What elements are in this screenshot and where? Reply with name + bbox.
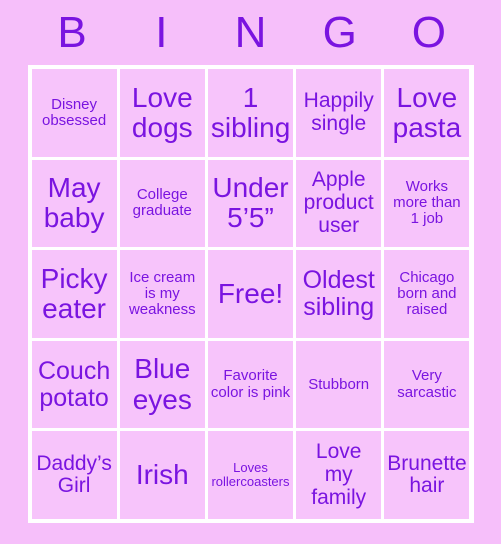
bingo-cell-label: Disney obsessed xyxy=(41,95,107,129)
bingo-cell-label: Happily single xyxy=(303,89,374,135)
bingo-cell[interactable]: Chicago born and raised xyxy=(384,250,470,338)
bingo-cell[interactable]: Disney obsessed xyxy=(31,69,117,157)
bingo-cell-label: Blue eyes xyxy=(132,353,192,415)
bingo-cell-label: Free! xyxy=(217,277,284,309)
bingo-cell-free[interactable]: Free! xyxy=(207,250,294,338)
header-letter-n: N xyxy=(234,7,267,57)
header-letter-o: O xyxy=(411,7,447,57)
bingo-cell-label: Brunette hair xyxy=(387,451,467,498)
header-letter-b: B xyxy=(57,7,87,57)
header-letter-g: G xyxy=(322,7,357,57)
bingo-cell[interactable]: Blue eyes xyxy=(119,340,205,429)
bingo-cell-label: Love pasta xyxy=(392,81,462,143)
bingo-cell[interactable]: Love dogs xyxy=(119,69,205,157)
bingo-cell-label: May baby xyxy=(43,172,105,234)
bingo-cell-label: Very sarcastic xyxy=(397,367,457,401)
bingo-cell[interactable]: Loves rollercoasters xyxy=(207,431,294,519)
bingo-cell[interactable]: Picky eater xyxy=(31,250,117,338)
bingo-cell[interactable]: Ice cream is my weakness xyxy=(119,250,205,338)
bingo-cell[interactable]: Love pasta xyxy=(384,69,470,157)
bingo-cell-label: 1 sibling xyxy=(210,81,291,143)
bingo-cell[interactable]: Irish xyxy=(119,431,205,519)
bingo-cell[interactable]: May baby xyxy=(31,159,117,248)
bingo-cell[interactable]: Couch potato xyxy=(31,340,117,429)
header-letter-i: I xyxy=(155,7,168,57)
bingo-cell[interactable]: Apple product user xyxy=(296,159,382,248)
bingo-cell-label: Daddy’s Girl xyxy=(36,451,112,498)
bingo-cell-label: Loves rollercoasters xyxy=(211,460,290,490)
bingo-header: B I N G O xyxy=(28,0,474,65)
bingo-grid: Disney obsessed Love dogs 1 sibling Happ… xyxy=(27,65,474,523)
bingo-cell-label: Love my family xyxy=(311,440,367,509)
bingo-cell-label: Irish xyxy=(135,459,189,491)
bingo-cell[interactable]: College graduate xyxy=(119,159,205,248)
bingo-cell-label: Favorite color is pink xyxy=(210,367,291,401)
bingo-cell-label: College graduate xyxy=(132,186,192,220)
bingo-cell[interactable]: Favorite color is pink xyxy=(207,340,294,429)
bingo-cell[interactable]: Works more than 1 job xyxy=(384,159,470,248)
bingo-cell[interactable]: Brunette hair xyxy=(384,431,470,519)
bingo-cell[interactable]: Happily single xyxy=(296,69,382,157)
bingo-cell-label: Stubborn xyxy=(308,375,370,393)
bingo-cell-label: Apple product user xyxy=(303,168,374,237)
bingo-cell-label: Picky eater xyxy=(40,262,108,324)
bingo-cell[interactable]: Stubborn xyxy=(296,340,382,429)
bingo-cell-label: Chicago born and raised xyxy=(397,268,457,319)
bingo-cell-label: Oldest sibling xyxy=(302,265,375,321)
bingo-cell-label: Ice cream is my weakness xyxy=(128,268,196,319)
bingo-cell[interactable]: Oldest sibling xyxy=(296,250,382,338)
bingo-cell-label: Under 5’5” xyxy=(212,172,289,234)
bingo-cell[interactable]: Love my family xyxy=(296,431,382,519)
bingo-cell[interactable]: 1 sibling xyxy=(207,69,294,157)
bingo-cell[interactable]: Very sarcastic xyxy=(384,340,470,429)
bingo-cell-label: Couch potato xyxy=(37,356,111,412)
bingo-cell[interactable]: Daddy’s Girl xyxy=(31,431,117,519)
bingo-cell-label: Works more than 1 job xyxy=(393,178,461,228)
bingo-card: B I N G O Disney obsessed Love dogs 1 si… xyxy=(0,0,501,544)
bingo-cell[interactable]: Under 5’5” xyxy=(207,159,294,248)
bingo-cell-label: Love dogs xyxy=(131,81,193,143)
